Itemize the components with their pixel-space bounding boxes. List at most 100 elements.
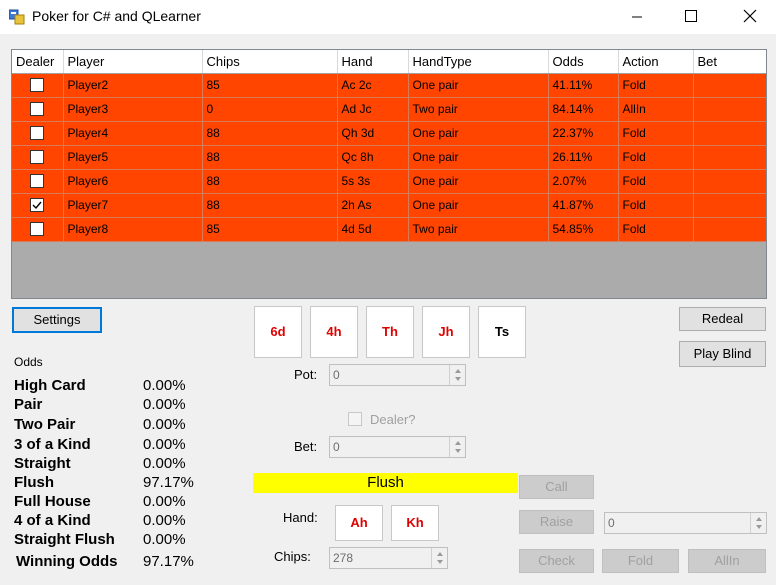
raise-button[interactable]: Raise bbox=[519, 510, 594, 534]
handtype-cell[interactable]: One pair bbox=[408, 121, 549, 146]
hand-cell[interactable]: Ad Jc bbox=[337, 97, 409, 122]
column-header-bet[interactable]: Bet bbox=[693, 50, 766, 74]
spin-down-icon bbox=[455, 449, 461, 453]
action-cell[interactable]: Fold bbox=[618, 121, 694, 146]
bet-cell[interactable] bbox=[693, 121, 766, 146]
column-header-hand[interactable]: Hand bbox=[337, 50, 409, 74]
dealer-cell[interactable] bbox=[12, 97, 64, 122]
dealer-row-checkbox[interactable] bbox=[30, 198, 45, 213]
settings-button[interactable]: Settings bbox=[12, 307, 102, 333]
chips-cell[interactable]: 88 bbox=[202, 121, 338, 146]
spin-up-icon bbox=[455, 369, 461, 373]
dealer-cell[interactable] bbox=[12, 193, 64, 218]
hand-cell[interactable]: 5s 3s bbox=[337, 169, 409, 194]
allin-button[interactable]: AllIn bbox=[688, 549, 766, 573]
action-cell[interactable]: Fold bbox=[618, 73, 694, 98]
table-row[interactable]: Player2 85 Ac 2c One pair 41.11% Fold bbox=[12, 73, 766, 98]
column-header-chips[interactable]: Chips bbox=[202, 50, 338, 74]
column-header-action[interactable]: Action bbox=[618, 50, 694, 74]
chips-cell[interactable]: 88 bbox=[202, 145, 338, 170]
handtype-cell[interactable]: One pair bbox=[408, 145, 549, 170]
odds-row-name: Two Pair bbox=[14, 416, 76, 433]
odds-cell[interactable]: 2.07% bbox=[548, 169, 619, 194]
call-button[interactable]: Call bbox=[519, 475, 594, 499]
action-cell[interactable]: Fold bbox=[618, 217, 694, 242]
chips-cell[interactable]: 0 bbox=[202, 97, 338, 122]
pot-value: 0 bbox=[333, 368, 340, 382]
odds-row-name: High Card bbox=[14, 377, 86, 394]
table-row[interactable]: Player7 88 2h As One pair 41.87% Fold bbox=[12, 193, 766, 218]
player-cell[interactable]: Player3 bbox=[63, 97, 203, 122]
redeal-button[interactable]: Redeal bbox=[679, 307, 766, 331]
action-cell[interactable]: AllIn bbox=[618, 97, 694, 122]
dealer-cell[interactable] bbox=[12, 73, 64, 98]
bet-cell[interactable] bbox=[693, 97, 766, 122]
handtype-cell[interactable]: One pair bbox=[408, 73, 549, 98]
player-cell[interactable]: Player7 bbox=[63, 193, 203, 218]
bet-cell[interactable] bbox=[693, 145, 766, 170]
play-blind-button[interactable]: Play Blind bbox=[679, 341, 766, 367]
handtype-cell[interactable]: Two pair bbox=[408, 217, 549, 242]
odds-cell[interactable]: 54.85% bbox=[548, 217, 619, 242]
dealer-row-checkbox[interactable] bbox=[30, 222, 45, 237]
hand-cell[interactable]: 2h As bbox=[337, 193, 409, 218]
minimize-button[interactable] bbox=[614, 0, 660, 34]
dealer-cell[interactable] bbox=[12, 217, 64, 242]
player-cell[interactable]: Player5 bbox=[63, 145, 203, 170]
hand-cell[interactable]: Ac 2c bbox=[337, 73, 409, 98]
dealer-row-checkbox[interactable] bbox=[30, 174, 45, 189]
handtype-cell[interactable]: Two pair bbox=[408, 97, 549, 122]
table-row[interactable]: Player6 88 5s 3s One pair 2.07% Fold bbox=[12, 169, 766, 194]
odds-cell[interactable]: 84.14% bbox=[548, 97, 619, 122]
table-row[interactable]: Player3 0 Ad Jc Two pair 84.14% AllIn bbox=[12, 97, 766, 122]
hand-cell[interactable]: Qh 3d bbox=[337, 121, 409, 146]
pot-input: 0 bbox=[329, 364, 466, 386]
column-header-odds[interactable]: Odds bbox=[548, 50, 619, 74]
chips-cell[interactable]: 85 bbox=[202, 217, 338, 242]
handtype-cell[interactable]: One pair bbox=[408, 193, 549, 218]
column-header-dealer[interactable]: Dealer bbox=[12, 50, 64, 74]
close-button[interactable] bbox=[728, 0, 774, 34]
pot-spinner bbox=[449, 365, 465, 385]
players-grid[interactable]: Dealer Player Chips Hand HandType Odds A… bbox=[11, 49, 767, 299]
chips-cell[interactable]: 85 bbox=[202, 73, 338, 98]
odds-cell[interactable]: 41.11% bbox=[548, 73, 619, 98]
column-header-handtype[interactable]: HandType bbox=[408, 50, 549, 74]
dealer-row-checkbox[interactable] bbox=[30, 102, 45, 117]
chips-cell[interactable]: 88 bbox=[202, 169, 338, 194]
hand-cell[interactable]: 4d 5d bbox=[337, 217, 409, 242]
odds-row-value: 0.00% bbox=[143, 455, 186, 472]
maximize-button[interactable] bbox=[668, 0, 714, 34]
table-row[interactable]: Player8 85 4d 5d Two pair 54.85% Fold bbox=[12, 217, 766, 242]
action-cell[interactable]: Fold bbox=[618, 193, 694, 218]
dealer-row-checkbox[interactable] bbox=[30, 126, 45, 141]
odds-row-value: 0.00% bbox=[143, 531, 186, 548]
hand-cell[interactable]: Qc 8h bbox=[337, 145, 409, 170]
column-header-player[interactable]: Player bbox=[63, 50, 203, 74]
fold-button[interactable]: Fold bbox=[602, 549, 679, 573]
odds-cell[interactable]: 26.11% bbox=[548, 145, 619, 170]
odds-cell[interactable]: 41.87% bbox=[548, 193, 619, 218]
player-cell[interactable]: Player6 bbox=[63, 169, 203, 194]
table-row[interactable]: Player5 88 Qc 8h One pair 26.11% Fold bbox=[12, 145, 766, 170]
dealer-cell[interactable] bbox=[12, 169, 64, 194]
bet-cell[interactable] bbox=[693, 169, 766, 194]
chips-cell[interactable]: 88 bbox=[202, 193, 338, 218]
player-cell[interactable]: Player8 bbox=[63, 217, 203, 242]
action-cell[interactable]: Fold bbox=[618, 145, 694, 170]
dealer-row-checkbox[interactable] bbox=[30, 150, 45, 165]
dealer-cell[interactable] bbox=[12, 121, 64, 146]
dealer-row-checkbox[interactable] bbox=[30, 78, 45, 93]
odds-cell[interactable]: 22.37% bbox=[548, 121, 619, 146]
player-cell[interactable]: Player2 bbox=[63, 73, 203, 98]
action-cell[interactable]: Fold bbox=[618, 169, 694, 194]
bet-cell[interactable] bbox=[693, 73, 766, 98]
dealer-cell[interactable] bbox=[12, 145, 64, 170]
bet-cell[interactable] bbox=[693, 217, 766, 242]
bet-cell[interactable] bbox=[693, 193, 766, 218]
table-row[interactable]: Player4 88 Qh 3d One pair 22.37% Fold bbox=[12, 121, 766, 146]
board-card-4: Jh bbox=[422, 306, 470, 358]
handtype-cell[interactable]: One pair bbox=[408, 169, 549, 194]
check-button[interactable]: Check bbox=[519, 549, 594, 573]
player-cell[interactable]: Player4 bbox=[63, 121, 203, 146]
